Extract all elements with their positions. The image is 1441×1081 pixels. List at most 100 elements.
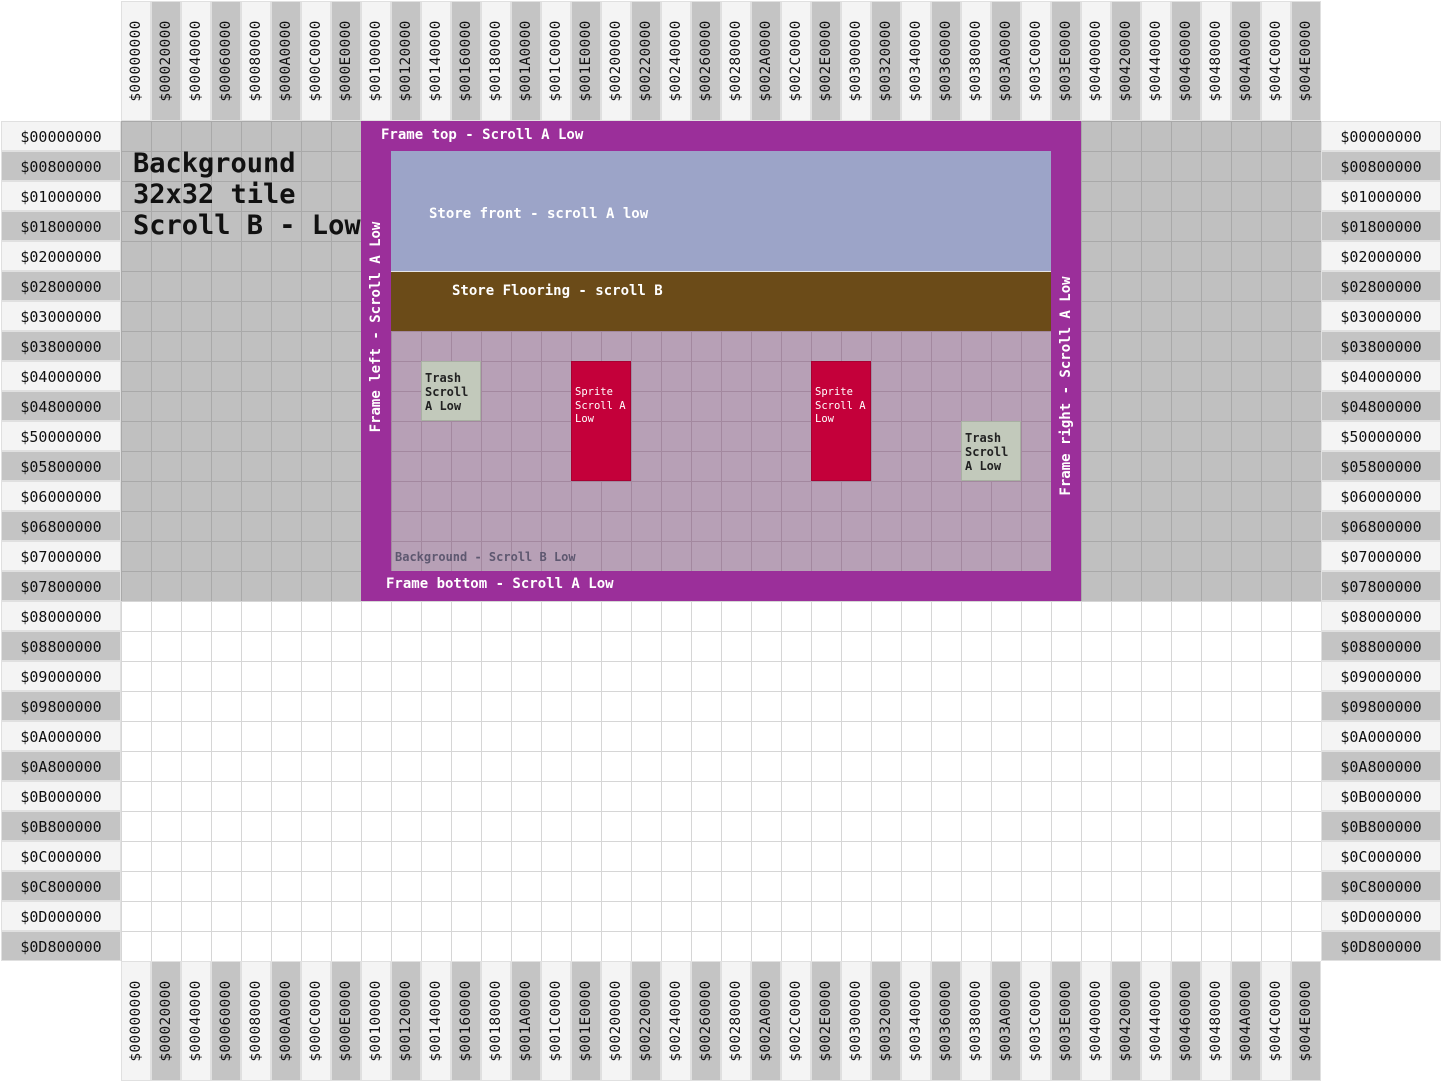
left-row-tick: $09000000 (1, 661, 121, 691)
left-row-tick: $50000000 (1, 421, 121, 451)
trash-tile-1: Trash Scroll A Low (421, 361, 481, 421)
row-tick-label: $03800000 (20, 338, 102, 356)
row-tick-label: $0C000000 (1340, 848, 1422, 866)
frame-right: Frame right - Scroll A Low (1051, 151, 1081, 571)
column-tick-label: $00200000 (608, 20, 624, 102)
column-tick-label: $00180000 (488, 20, 504, 102)
bottom-column-tick: $00420000 (1111, 961, 1141, 1081)
top-column-tick: $00040000 (181, 1, 211, 121)
frame-bottom: Frame bottom - Scroll A Low (361, 571, 1081, 601)
bottom-column-tick: $00240000 (661, 961, 691, 1081)
column-tick-label: $002C0000 (788, 980, 804, 1062)
right-row-tick: $06000000 (1321, 481, 1441, 511)
column-tick-label: $00000000 (128, 980, 144, 1062)
frame-top-label: Frame top - Scroll A Low (381, 127, 584, 143)
row-tick-label: $50000000 (20, 428, 102, 446)
column-tick-label: $00240000 (668, 20, 684, 102)
column-tick-label: $00440000 (1148, 980, 1164, 1062)
sprite-1-label: Sprite Scroll A Low (575, 386, 626, 425)
column-tick-label: $00160000 (458, 980, 474, 1062)
right-row-tick: $0C000000 (1321, 841, 1441, 871)
bottom-column-tick: $00000000 (121, 961, 151, 1081)
top-column-tick: $00320000 (871, 1, 901, 121)
row-tick-label: $03800000 (1340, 338, 1422, 356)
left-row-tick: $03000000 (1, 301, 121, 331)
left-row-tick: $07000000 (1, 541, 121, 571)
column-tick-label: $003E0000 (1058, 980, 1074, 1062)
bottom-column-tick: $00180000 (481, 961, 511, 1081)
top-column-tick: $00380000 (961, 1, 991, 121)
bottom-column-tick: $002E0000 (811, 961, 841, 1081)
right-row-tick: $00800000 (1321, 151, 1441, 181)
column-tick-label: $00340000 (908, 980, 924, 1062)
top-column-tick: $004C0000 (1261, 1, 1291, 121)
trash-tile-2-label: Trash Scroll A Low (965, 431, 1009, 473)
top-column-tick: $002C0000 (781, 1, 811, 121)
frame-left: Frame left - Scroll A Low (361, 151, 391, 571)
top-column-tick: $003C0000 (1021, 1, 1051, 121)
store-flooring-label: Store Flooring - scroll B (452, 283, 663, 299)
right-row-tick: $01800000 (1321, 211, 1441, 241)
bottom-column-tick: $003E0000 (1051, 961, 1081, 1081)
row-tick-label: $02000000 (20, 248, 102, 266)
column-tick-label: $00320000 (878, 980, 894, 1062)
column-tick-label: $001E0000 (578, 20, 594, 102)
top-column-tick: $00260000 (691, 1, 721, 121)
row-tick-label: $00000000 (1340, 128, 1422, 146)
row-tick-label: $06800000 (1340, 518, 1422, 536)
row-tick-label: $08000000 (20, 608, 102, 626)
sprite-2-label: Sprite Scroll A Low (815, 386, 866, 425)
trash-tile-2: Trash Scroll A Low (961, 421, 1021, 481)
column-tick-label: $00420000 (1118, 980, 1134, 1062)
bottom-column-tick: $00020000 (151, 961, 181, 1081)
row-tick-label: $09800000 (1340, 698, 1422, 716)
column-tick-label: $00400000 (1088, 980, 1104, 1062)
column-tick-label: $00060000 (218, 20, 234, 102)
bottom-column-tick: $00280000 (721, 961, 751, 1081)
top-column-tick: $002A0000 (751, 1, 781, 121)
column-tick-label: $002A0000 (758, 20, 774, 102)
bottom-column-tick: $00120000 (391, 961, 421, 1081)
column-tick-label: $00480000 (1208, 980, 1224, 1062)
column-tick-label: $00240000 (668, 980, 684, 1062)
column-tick-label: $00360000 (938, 20, 954, 102)
frame-bottom-label: Frame bottom - Scroll A Low (386, 576, 614, 592)
right-row-tick: $0A800000 (1321, 751, 1441, 781)
column-tick-label: $00160000 (458, 20, 474, 102)
top-column-tick: $002E0000 (811, 1, 841, 121)
column-tick-label: $00020000 (158, 980, 174, 1062)
row-tick-label: $50000000 (1340, 428, 1422, 446)
right-row-tick: $09000000 (1321, 661, 1441, 691)
row-tick-label: $06800000 (20, 518, 102, 536)
right-row-tick: $50000000 (1321, 421, 1441, 451)
top-column-tick: $00240000 (661, 1, 691, 121)
top-column-tick: $003E0000 (1051, 1, 1081, 121)
column-tick-label: $001A0000 (518, 980, 534, 1062)
column-tick-label: $00040000 (188, 20, 204, 102)
bottom-column-tick: $00480000 (1201, 961, 1231, 1081)
left-row-tick: $0A000000 (1, 721, 121, 751)
column-tick-label: $00020000 (158, 20, 174, 102)
left-row-tick: $0D000000 (1, 901, 121, 931)
column-tick-label: $000E0000 (338, 20, 354, 102)
row-tick-label: $03000000 (1340, 308, 1422, 326)
top-column-tick: $004A0000 (1231, 1, 1261, 121)
column-tick-label: $002C0000 (788, 20, 804, 102)
trash-tile-1-label: Trash Scroll A Low (425, 371, 469, 413)
top-column-tick: $003A0000 (991, 1, 1021, 121)
column-tick-label: $001C0000 (548, 980, 564, 1062)
row-tick-label: $03000000 (20, 308, 102, 326)
top-column-tick: $00100000 (361, 1, 391, 121)
column-tick-label: $002E0000 (818, 980, 834, 1062)
column-tick-label: $00480000 (1208, 20, 1224, 102)
right-row-tick: $04800000 (1321, 391, 1441, 421)
row-tick-label: $0C000000 (20, 848, 102, 866)
top-column-tick: $001A0000 (511, 1, 541, 121)
top-column-tick: $000E0000 (331, 1, 361, 121)
right-row-tick: $0A000000 (1321, 721, 1441, 751)
right-row-tick: $00000000 (1321, 121, 1441, 151)
right-row-tick: $0D800000 (1321, 931, 1441, 961)
row-tick-label: $0B000000 (1340, 788, 1422, 806)
store-front: Store front - scroll A low (391, 151, 1051, 271)
right-row-tick: $07000000 (1321, 541, 1441, 571)
